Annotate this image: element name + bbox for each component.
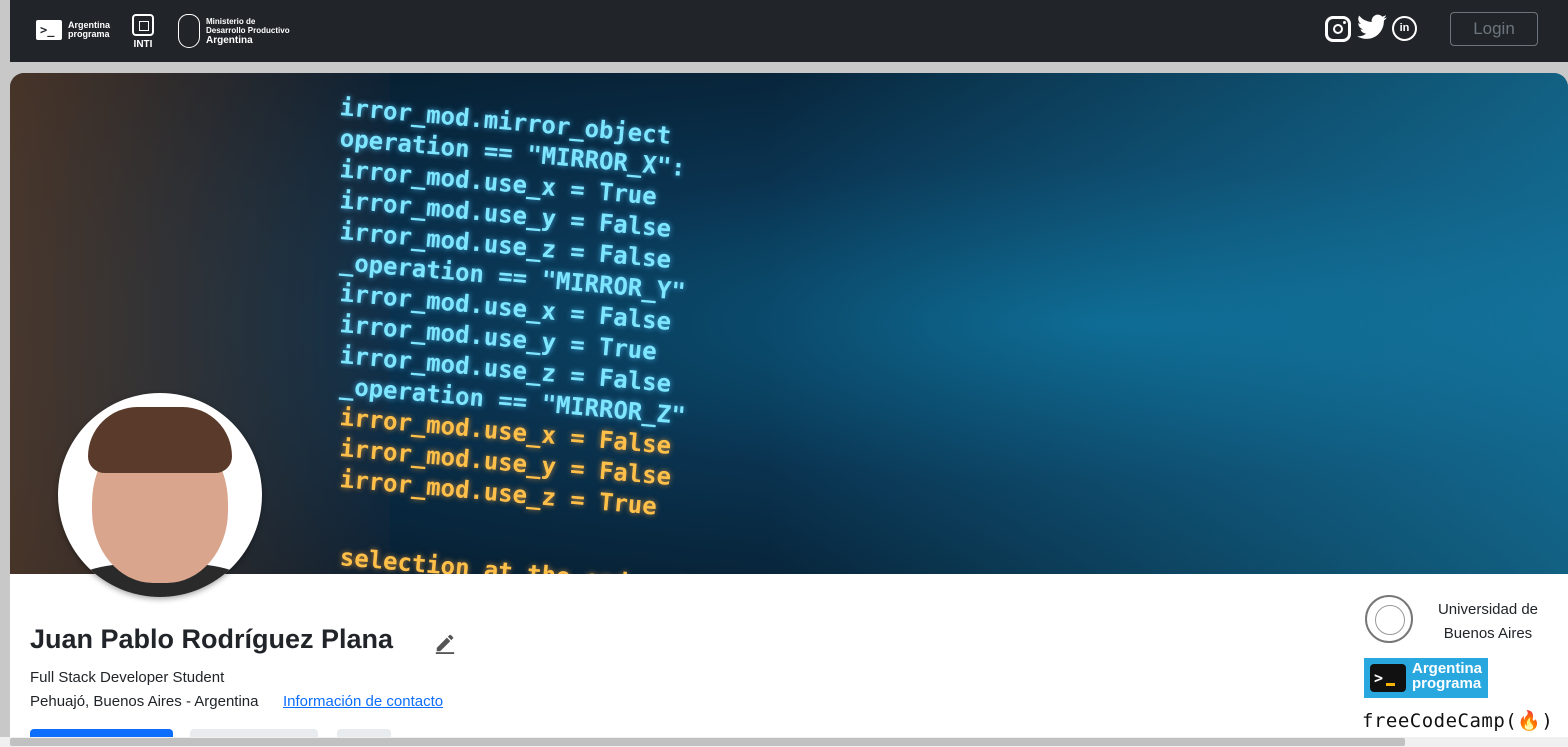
university-line: Buenos Aires (1443, 625, 1533, 642)
ministerio-line: Desarrollo Productivo (206, 25, 290, 35)
coat-of-arms-icon (178, 14, 200, 48)
profile-name: Juan Pablo Rodríguez Plana (30, 624, 394, 654)
inti-logo[interactable]: INTI (128, 14, 158, 50)
top-navbar: >_ Argentina programa INTI Ministerio de… (10, 0, 1568, 62)
profile-card: irror_mod.mirror_object operation == "MIR… (10, 73, 1568, 747)
ministerio-logo[interactable]: Ministerio de Desarrollo Productivo Arge… (178, 14, 290, 48)
horizontal-scrollbar[interactable] (0, 737, 1568, 747)
ministerio-line: Argentina (206, 34, 253, 46)
login-button[interactable]: Login (1450, 12, 1538, 46)
profile-location: Pehuajó, Buenos Aires - Argentina (30, 693, 259, 710)
linkedin-icon[interactable]: in (1392, 16, 1417, 41)
terminal-icon: > (1370, 664, 1406, 692)
university-line: Universidad de (1437, 601, 1539, 618)
profile-avatar[interactable] (58, 393, 262, 597)
inti-label: INTI (133, 39, 153, 50)
university-name[interactable]: Universidad de Buenos Aires (1428, 598, 1548, 646)
terminal-icon: >_ (36, 20, 62, 40)
twitter-icon[interactable] (1357, 14, 1387, 42)
uba-seal-icon (1365, 595, 1413, 643)
inti-icon (132, 14, 154, 36)
profile-title: Full Stack Developer Student (30, 669, 225, 686)
instagram-icon[interactable] (1325, 16, 1351, 42)
logo-text-line: programa (68, 29, 110, 39)
ministerio-line: Ministerio de (206, 16, 256, 26)
badge-line: Argentina (1412, 660, 1483, 677)
argentina-programa-logo[interactable]: >_ Argentina programa (36, 20, 110, 40)
pencil-icon[interactable] (434, 632, 456, 654)
contact-info-link[interactable]: Información de contacto (283, 693, 443, 710)
argentina-programa-badge[interactable]: > Argentina programa (1364, 658, 1488, 698)
freecodecamp-logo[interactable]: freeCodeCamp(🔥) (1362, 709, 1553, 732)
scrollbar-thumb[interactable] (10, 738, 1405, 746)
badge-line: programa (1412, 675, 1482, 692)
code-line: selection at the end -add (338, 543, 702, 574)
